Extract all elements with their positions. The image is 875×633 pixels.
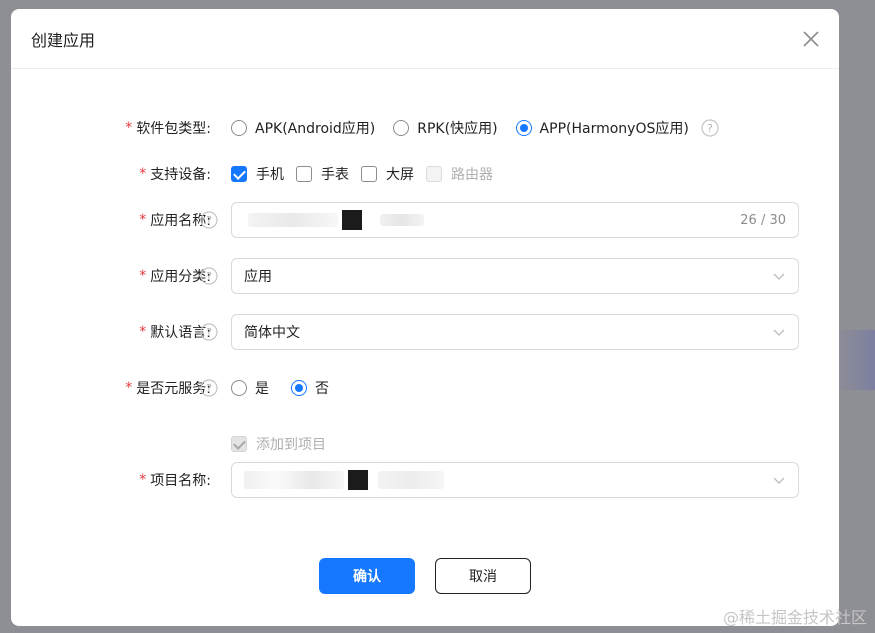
redacted-text [380,214,424,226]
language-value: 简体中文 [244,325,300,341]
radio-circle[interactable] [231,120,247,136]
dialog-title: 创建应用 [31,30,96,50]
svg-text:?: ? [206,382,212,395]
radio-app[interactable]: APP(HarmonyOS应用) [515,118,689,138]
project-name-select[interactable] [231,462,799,498]
svg-text:?: ? [206,326,212,339]
checkbox-phone[interactable]: 手机 [231,164,284,184]
app-name-row: * 应用名称: ? 26 / 30 [11,202,839,238]
checkbox-router: 路由器 [426,164,493,184]
create-app-dialog: 创建应用 * 软件包类型: APK(Android应用) RPK(快应用) APP… [11,9,839,626]
redacted-text [378,471,444,489]
checkbox-box-disabled [426,166,442,182]
checkbox-screen[interactable]: 大屏 [361,164,414,184]
help-icon[interactable]: ? [200,211,218,229]
redacted-text [248,213,338,227]
radio-rpk[interactable]: RPK(快应用) [393,118,498,138]
confirm-button[interactable]: 确认 [319,558,415,594]
redacted-text [244,471,344,489]
help-icon[interactable]: ? [200,323,218,341]
checkbox-add-to-project: 添加到项目 [231,434,326,454]
radio-no[interactable]: 否 [291,378,329,398]
char-counter: 26 / 30 [740,212,786,228]
close-icon[interactable] [799,27,823,51]
help-icon[interactable]: ? [701,119,719,137]
checkbox-box-checked[interactable] [231,166,247,182]
radio-circle-selected[interactable] [515,120,532,136]
chevron-down-icon [772,269,786,283]
project-name-row: * 项目名称: [11,462,839,498]
add-to-project-option: 添加到项目 [231,434,344,454]
cancel-button[interactable]: 取消 [435,558,531,594]
devices-label: * 支持设备: [139,166,211,183]
meta-service-label: * 是否元服务: [125,380,211,397]
checkbox-box[interactable] [296,166,312,182]
redacted-block [342,210,362,230]
package-type-options: APK(Android应用) RPK(快应用) APP(HarmonyOS应用)… [231,118,719,138]
category-row: * 应用分类: ? 应用 [11,258,839,294]
svg-text:?: ? [206,214,212,227]
dialog-header: 创建应用 [11,9,839,69]
radio-yes[interactable]: 是 [231,378,269,398]
svg-text:?: ? [707,122,713,135]
meta-service-options: 是 否 [231,378,347,398]
svg-text:?: ? [206,270,212,283]
language-select[interactable]: 简体中文 [231,314,799,350]
radio-apk[interactable]: APK(Android应用) [231,118,375,138]
package-type-label: * 软件包类型: [125,120,211,137]
add-to-project-row: 添加到项目 [11,433,839,455]
devices-options: 手机 手表 大屏 路由器 [231,164,511,184]
devices-row: * 支持设备: 手机 手表 大屏 路由器 [11,163,839,185]
category-value: 应用 [244,269,272,285]
help-icon[interactable]: ? [200,379,218,397]
radio-circle-selected[interactable] [291,380,307,396]
redacted-block [348,470,368,490]
package-type-row: * 软件包类型: APK(Android应用) RPK(快应用) APP(Harm… [11,117,839,139]
category-select[interactable]: 应用 [231,258,799,294]
meta-service-row: * 是否元服务: ? 是 否 [11,377,839,399]
radio-circle[interactable] [231,380,247,396]
language-row: * 默认语言: ? 简体中文 [11,314,839,350]
backdrop-accent [835,330,875,390]
checkbox-watch[interactable]: 手表 [296,164,349,184]
checkbox-box[interactable] [361,166,377,182]
checkbox-box-disabled-checked [231,436,247,452]
app-name-input[interactable]: 26 / 30 [231,202,799,238]
chevron-down-icon [772,473,786,487]
chevron-down-icon [772,325,786,339]
watermark: @稀土掘金技术社区 [722,608,867,627]
help-icon[interactable]: ? [200,267,218,285]
radio-circle[interactable] [393,120,410,136]
project-name-label: * 项目名称: [139,472,211,489]
